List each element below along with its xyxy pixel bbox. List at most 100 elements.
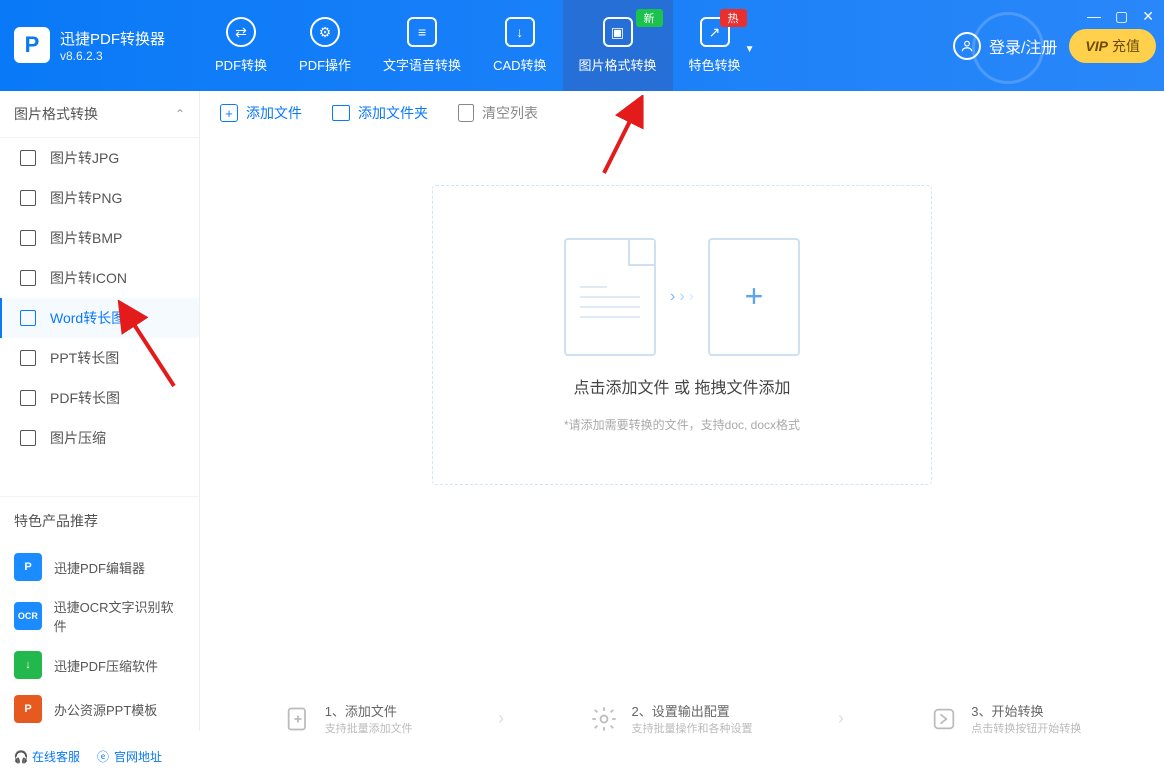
settings-step-icon — [589, 704, 619, 734]
sidebar-item-jpg[interactable]: 图片转JPG — [0, 138, 199, 178]
tab-label: PDF操作 — [299, 55, 351, 74]
reco-label: 迅捷OCR文字识别软件 — [54, 597, 185, 635]
dropzone-graphic: ››› + — [564, 238, 800, 356]
sidebar-item-label: Word转长图 — [50, 308, 125, 328]
arrows-icon: ››› — [670, 288, 694, 306]
tab-label: PDF转换 — [215, 55, 267, 74]
avatar-icon — [953, 32, 981, 60]
footer-label: 在线客服 — [32, 748, 80, 765]
sidebar-item-png[interactable]: 图片转PNG — [0, 178, 199, 218]
file-icon — [20, 270, 36, 286]
sidebar-item-compress[interactable]: 图片压缩 — [0, 418, 199, 458]
step-title: 1、添加文件 — [325, 701, 413, 720]
tab-label: 图片格式转换 — [579, 55, 657, 74]
toolbar: + 添加文件 添加文件夹 清空列表 — [200, 91, 1164, 135]
add-file-button[interactable]: + 添加文件 — [220, 103, 302, 123]
tab-text-audio[interactable]: ≡ 文字语音转换 — [367, 0, 477, 91]
add-folder-button[interactable]: 添加文件夹 — [332, 103, 428, 123]
drop-zone[interactable]: ››› + 点击添加文件 或 拖拽文件添加 *请添加需要转换的文件，支持doc,… — [432, 185, 932, 485]
sidebar-header-label: 图片格式转换 — [14, 104, 98, 124]
customer-service-link[interactable]: 🎧 在线客服 — [14, 748, 80, 765]
step-2: 2、设置输出配置支持批量操作和各种设置 — [589, 701, 752, 736]
recommend-header: 特色产品推荐 — [0, 496, 199, 545]
image-icon: ▣ — [603, 17, 633, 47]
clear-list-button[interactable]: 清空列表 — [458, 103, 538, 123]
sidebar-item-label: 图片转BMP — [50, 228, 122, 248]
reco-compress[interactable]: ↓迅捷PDF压缩软件 — [0, 643, 199, 687]
official-site-link[interactable]: ⓔ官网地址 — [96, 748, 162, 765]
clear-list-label: 清空列表 — [482, 103, 538, 123]
tab-label: 特色转换 — [689, 55, 741, 74]
step-sub: 支持批量添加文件 — [325, 720, 413, 736]
audio-icon: ≡ — [407, 17, 437, 47]
sidebar-item-label: 图片转PNG — [50, 188, 122, 208]
app-header: — ▢ ✕ P 迅捷PDF转换器 v8.6.2.3 ⇄ PDF转换 ⚙ PDF操… — [0, 0, 1164, 91]
app-icon: P — [14, 553, 42, 581]
tab-pdf-convert[interactable]: ⇄ PDF转换 — [199, 0, 283, 91]
convert-step-icon — [929, 704, 959, 734]
reco-ocr[interactable]: OCR迅捷OCR文字识别软件 — [0, 589, 199, 643]
app-version: v8.6.2.3 — [60, 49, 165, 63]
chevron-down-icon: ▼ — [745, 44, 755, 55]
sidebar-item-pdf-long[interactable]: PDF转长图 — [0, 378, 199, 418]
sidebar-item-label: 图片转JPG — [50, 148, 119, 168]
reco-label: 办公资源PPT模板 — [54, 700, 157, 719]
sidebar-item-label: 图片压缩 — [50, 428, 106, 448]
tab-image-format[interactable]: 新 ▣ 图片格式转换 — [563, 0, 673, 91]
trash-icon — [458, 104, 474, 122]
tab-special-convert[interactable]: 热 ↗ 特色转换 ▼ — [673, 0, 757, 91]
chevron-up-icon: ⌃ — [175, 107, 185, 121]
add-file-step-icon — [283, 704, 313, 734]
reco-pdf-editor[interactable]: P迅捷PDF编辑器 — [0, 545, 199, 589]
login-button[interactable]: 登录/注册 — [953, 32, 1057, 60]
reco-label: 迅捷PDF压缩软件 — [54, 656, 158, 675]
reco-ppt-template[interactable]: P办公资源PPT模板 — [0, 687, 199, 731]
step-separator: › — [498, 708, 504, 729]
sidebar-item-label: PPT转长图 — [50, 348, 119, 368]
sidebar-item-bmp[interactable]: 图片转BMP — [0, 218, 199, 258]
footer-bar: 🎧 在线客服 ⓔ官网地址 — [14, 748, 162, 765]
sidebar-item-label: PDF转长图 — [50, 388, 120, 408]
file-icon — [20, 390, 36, 406]
add-file-label: 添加文件 — [246, 103, 302, 123]
headset-icon: 🎧 — [14, 750, 28, 764]
sidebar-item-label: 图片转ICON — [50, 268, 127, 288]
dropzone-title: 点击添加文件 或 拖拽文件添加 — [574, 374, 791, 398]
login-label: 登录/注册 — [989, 34, 1057, 58]
file-icon — [20, 430, 36, 446]
sidebar: 图片格式转换 ⌃ 图片转JPG 图片转PNG 图片转BMP 图片转ICON Wo… — [0, 91, 200, 731]
cad-icon: ↓ — [505, 17, 535, 47]
dropzone-hint: *请添加需要转换的文件，支持doc, docx格式 — [564, 416, 800, 433]
folder-plus-icon — [332, 105, 350, 121]
recommend-list: P迅捷PDF编辑器 OCR迅捷OCR文字识别软件 ↓迅捷PDF压缩软件 P办公资… — [0, 545, 199, 731]
vip-prefix: VIP — [1085, 38, 1108, 54]
add-placeholder-icon: + — [708, 238, 800, 356]
main-panel: + 添加文件 添加文件夹 清空列表 ››› + 点击添加文件 或 拖拽文件添加 … — [200, 91, 1164, 731]
convert-icon: ⇄ — [226, 17, 256, 47]
sidebar-item-word-long[interactable]: Word转长图 — [0, 298, 199, 338]
file-icon — [20, 150, 36, 166]
nav-tabs: ⇄ PDF转换 ⚙ PDF操作 ≡ 文字语音转换 ↓ CAD转换 新 ▣ 图片格… — [199, 0, 757, 91]
tab-label: 文字语音转换 — [383, 55, 461, 74]
app-title: 迅捷PDF转换器 — [60, 28, 165, 49]
step-separator: › — [838, 708, 844, 729]
sidebar-category-header[interactable]: 图片格式转换 ⌃ — [0, 91, 199, 138]
step-sub: 支持批量操作和各种设置 — [631, 720, 752, 736]
plus-icon: + — [220, 104, 238, 122]
tab-label: CAD转换 — [493, 55, 546, 74]
step-title: 2、设置输出配置 — [631, 701, 752, 720]
document-icon — [564, 238, 656, 356]
file-icon — [20, 310, 36, 326]
tab-cad-convert[interactable]: ↓ CAD转换 — [477, 0, 562, 91]
logo-area: P 迅捷PDF转换器 v8.6.2.3 — [0, 0, 179, 90]
step-3: 3、开始转换点击转换按钮开始转换 — [929, 701, 1081, 736]
vip-recharge-button[interactable]: VIP 充值 — [1069, 29, 1156, 63]
body-area: 图片格式转换 ⌃ 图片转JPG 图片转PNG 图片转BMP 图片转ICON Wo… — [0, 91, 1164, 731]
sidebar-item-ppt-long[interactable]: PPT转长图 — [0, 338, 199, 378]
tab-pdf-operate[interactable]: ⚙ PDF操作 — [283, 0, 367, 91]
new-badge: 新 — [636, 9, 663, 27]
sidebar-item-icon[interactable]: 图片转ICON — [0, 258, 199, 298]
hot-badge: 热 — [720, 9, 747, 27]
steps-bar: 1、添加文件支持批量添加文件 › 2、设置输出配置支持批量操作和各种设置 › 3… — [200, 701, 1164, 736]
footer-label: 官网地址 — [114, 748, 162, 765]
